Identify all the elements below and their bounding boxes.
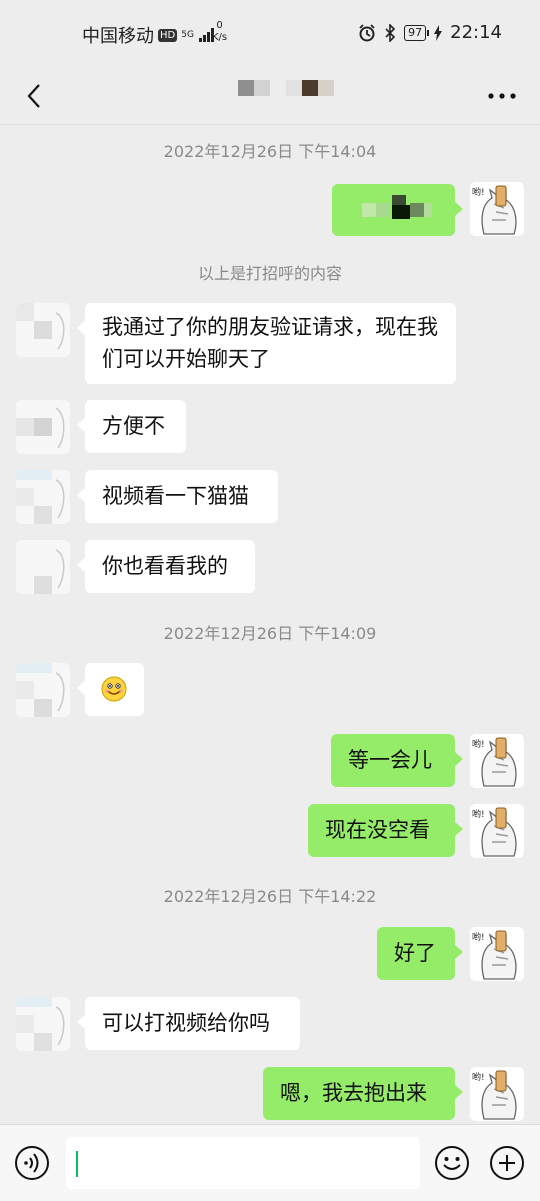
contact-avatar[interactable] [16,470,70,524]
hd-badge: HD [158,28,178,42]
contact-avatar-pixelated [16,540,70,594]
message-input[interactable] [66,1137,420,1189]
time-separator: 2022年12月26日 下午14:04 [163,142,377,161]
message-bubble-received[interactable] [77,663,144,716]
plus-icon [490,1146,524,1180]
avatar-caption: 哟! [472,931,485,943]
cat-sticker-avatar: 哟! [470,734,524,788]
contact-avatar-pixelated [16,997,70,1051]
emoji-button[interactable] [434,1145,470,1181]
message-bubble-received[interactable]: 你也看看我的 [77,540,255,593]
message-bubble-sent[interactable]: 现在没空看 [308,804,463,857]
clock: 22:14 [450,22,502,43]
emoji-icon [435,1146,469,1180]
contact-avatar[interactable] [16,400,70,454]
net-speed: 0 K/s [212,20,227,44]
contact-avatar-pixelated [16,303,70,357]
back-icon [27,84,40,108]
system-notice: 以上是打招呼的内容 [197,264,342,283]
cat-sticker-avatar: 哟! [470,927,524,981]
message-bubble-received[interactable]: 我通过了你的朋友验证请求，现在我们可以开始聊天了 [77,303,456,384]
self-avatar[interactable]: 哟! [470,927,524,981]
contact-avatar[interactable] [16,303,70,357]
contact-avatar-pixelated [16,470,70,524]
avatar-caption: 哟! [472,738,485,750]
time-separator: 2022年12月26日 下午14:22 [163,887,377,906]
message-bubble-sent[interactable]: 等一会儿 [331,734,463,787]
self-avatar[interactable]: 哟! [470,1067,524,1121]
pixelated-content [362,195,432,219]
chat-header [0,68,540,125]
network-label: 5G [181,29,194,40]
alarm-icon [359,23,375,41]
status-left: 中国移动 HD 5G [82,22,214,48]
cat-sticker-avatar: 哟! [470,804,524,858]
contact-avatar[interactable] [16,997,70,1051]
more-icon [488,93,516,99]
self-avatar[interactable]: 哟! [470,182,524,236]
message-list[interactable]: 2022年12月26日 下午14:04 哟! 以上是打招呼的内容 我通过了你的朋… [0,124,540,1124]
message-bubble-sent[interactable] [332,184,463,236]
voice-icon [15,1146,49,1180]
message-bubble-received[interactable]: 可以打视频给你吗 [77,997,300,1050]
cat-sticker-avatar: 哟! [470,1067,524,1121]
status-right: 97 22:14 [358,22,502,43]
avatar-caption: 哟! [472,1071,485,1083]
self-avatar[interactable]: 哟! [470,804,524,858]
voice-button[interactable] [14,1145,50,1181]
input-toolbar [0,1124,540,1201]
net-speed-value: 0 [216,20,223,31]
message-bubble-sent[interactable]: 好了 [377,927,463,980]
message-bubble-sent[interactable]: 嗯，我去抱出来 [263,1067,463,1120]
text-caret [76,1151,78,1177]
time-separator: 2022年12月26日 下午14:09 [163,624,377,643]
net-speed-unit: K/s [212,32,228,43]
bluetooth-icon [385,23,396,42]
avatar-caption: 哟! [472,808,485,820]
carrier-label: 中国移动 [82,26,154,47]
contact-avatar[interactable] [16,663,70,717]
battery-icon: 97 [404,24,430,41]
contact-avatar[interactable] [16,540,70,594]
avatar-caption: 哟! [472,186,485,198]
message-bubble-received[interactable]: 视频看一下猫猫 [77,470,278,523]
plus-button[interactable] [489,1145,525,1181]
cat-sticker-avatar: 哟! [470,182,524,236]
more-button[interactable] [482,76,522,116]
status-bar: 中国移动 HD 5G 0 K/s 97 22:14 [0,0,540,68]
charging-icon [434,24,443,41]
self-avatar[interactable]: 哟! [470,734,524,788]
message-bubble-received[interactable]: 方便不 [77,400,186,453]
contact-avatar-pixelated [16,663,70,717]
smile-emoji-icon [101,676,127,702]
chat-title-pixelated [238,80,334,96]
contact-avatar-pixelated [16,400,70,454]
back-button[interactable] [14,76,54,116]
